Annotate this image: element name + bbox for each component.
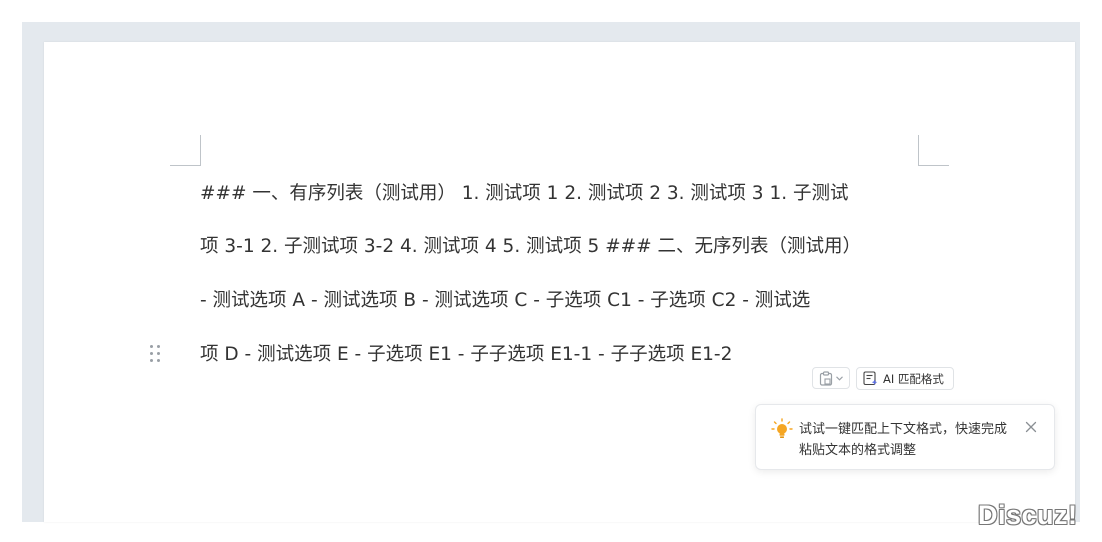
document-text-line-1[interactable]: ### 一、有序列表（测试用） 1. 测试项 1 2. 测试项 2 3. 测试项… xyxy=(200,182,920,206)
block-drag-handle-icon[interactable] xyxy=(150,345,162,363)
format-tip-text: 试试一键匹配上下文格式，快速完成粘贴文本的格式调整 xyxy=(799,422,1008,458)
format-tip-popup: 试试一键匹配上下文格式，快速完成粘贴文本的格式调整 xyxy=(755,404,1055,470)
margin-corner-top-right xyxy=(918,135,949,166)
document-text-line-4[interactable]: 项 D - 测试选项 E - 子选项 E1 - 子子选项 E1-1 - 子子选项… xyxy=(200,343,920,367)
discuz-watermark: Discuz! xyxy=(978,500,1078,530)
chevron-down-icon xyxy=(836,375,843,381)
clipboard-icon xyxy=(819,370,833,386)
close-icon[interactable] xyxy=(1024,420,1038,434)
document-text-line-3[interactable]: - 测试选项 A - 测试选项 B - 测试选项 C - 子选项 C1 - 子选… xyxy=(200,289,920,313)
margin-corner-top-left xyxy=(170,135,201,166)
document-text-line-2[interactable]: 项 3-1 2. 子测试项 3-2 4. 测试项 4 5. 测试项 5 ### … xyxy=(200,235,920,259)
lightbulb-icon xyxy=(771,418,793,438)
ai-format-icon xyxy=(863,371,878,386)
ai-match-format-label: AI 匹配格式 xyxy=(883,371,944,386)
paste-options-button[interactable] xyxy=(812,367,850,389)
ai-match-format-button[interactable]: AI 匹配格式 xyxy=(856,367,954,390)
